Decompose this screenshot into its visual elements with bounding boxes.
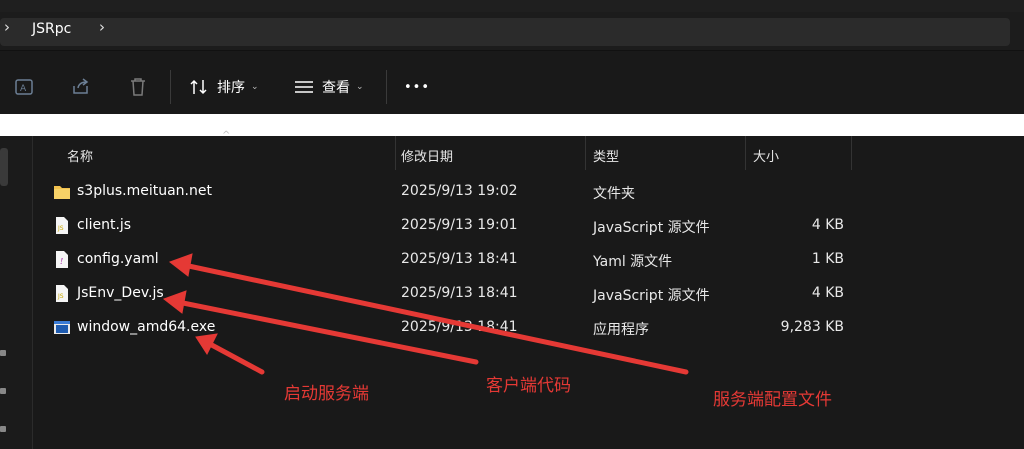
details-bar	[0, 114, 1024, 136]
sort-label: 排序	[217, 80, 245, 96]
file-size: 4 KB	[811, 217, 844, 233]
column-divider[interactable]	[395, 136, 396, 170]
file-modified: 2025/9/13 18:41	[401, 319, 518, 335]
column-header: ^ 名称 修改日期 类型 大小	[32, 130, 1024, 172]
file-name: config.yaml	[77, 251, 159, 267]
list-item[interactable]: s3plus.meituan.net 2025/9/13 19:02 文件夹	[48, 175, 858, 208]
file-size: 1 KB	[811, 251, 844, 267]
share-button[interactable]	[70, 74, 92, 100]
column-size[interactable]: 大小	[753, 146, 779, 165]
file-type: Yaml 源文件	[593, 254, 673, 270]
chevron-down-icon: ⌄	[251, 82, 259, 92]
rename-icon: A	[15, 79, 33, 95]
command-bar: A 排序 ⌄ 查看 ⌄ •••	[0, 58, 1024, 114]
breadcrumb-current[interactable]: JSRpc	[32, 21, 71, 37]
sort-caret-icon: ^	[222, 130, 231, 141]
file-name: client.js	[77, 217, 132, 233]
column-type[interactable]: 类型	[593, 146, 619, 165]
js-file-icon: JS	[56, 217, 68, 234]
view-label: 查看	[322, 80, 350, 96]
address-bar[interactable]: › JSRpc ›	[0, 12, 1024, 51]
yaml-file-icon: !	[56, 251, 68, 268]
toolbar-divider	[170, 70, 171, 104]
more-options-button[interactable]: •••	[404, 74, 430, 100]
file-type: JavaScript 源文件	[593, 220, 710, 236]
column-divider[interactable]	[745, 136, 746, 170]
nav-expand-icon[interactable]	[0, 350, 6, 356]
rename-button[interactable]: A	[14, 74, 36, 100]
column-divider[interactable]	[585, 136, 586, 170]
js-file-icon: JS	[56, 285, 68, 302]
view-button[interactable]: 查看 ⌄	[293, 74, 364, 100]
file-size: 9,283 KB	[780, 319, 844, 335]
column-modified[interactable]: 修改日期	[401, 146, 453, 165]
file-type: JavaScript 源文件	[593, 288, 710, 304]
sort-button[interactable]: 排序 ⌄	[188, 74, 259, 100]
nav-expand-icon[interactable]	[0, 388, 6, 394]
svg-text:A: A	[20, 84, 27, 94]
file-modified: 2025/9/13 19:01	[401, 217, 518, 233]
file-modified: 2025/9/13 18:41	[401, 251, 518, 267]
navigation-pane[interactable]	[0, 136, 33, 449]
chevron-down-icon: ⌄	[356, 82, 364, 92]
column-name[interactable]: 名称	[67, 146, 93, 165]
list-item[interactable]: JS client.js 2025/9/13 19:01 JavaScript …	[48, 209, 858, 242]
list-item[interactable]: ! config.yaml 2025/9/13 18:41 Yaml 源文件 1…	[48, 243, 858, 276]
share-icon	[73, 78, 89, 94]
svg-text:JS: JS	[57, 225, 64, 232]
file-name: JsEnv_Dev.js	[77, 285, 164, 301]
file-list-pane: ^ 名称 修改日期 类型 大小 s3plus.meituan.net 2025/…	[0, 130, 1024, 449]
file-type: 应用程序	[593, 322, 649, 338]
svg-text:JS: JS	[57, 293, 64, 300]
nav-expand-icon[interactable]	[0, 426, 6, 432]
title-bar	[0, 0, 1024, 12]
address-box[interactable]	[0, 18, 1010, 46]
view-icon	[295, 81, 313, 93]
toolbar-divider	[386, 70, 387, 104]
annotation-start-server: 启动服务端	[284, 384, 369, 404]
list-item[interactable]: window_amd64.exe 2025/9/13 18:41 应用程序 9,…	[48, 311, 858, 344]
annotation-server-config: 服务端配置文件	[713, 390, 832, 410]
nav-scrollbar[interactable]	[0, 148, 8, 186]
column-divider[interactable]	[851, 136, 852, 170]
chevron-right-icon[interactable]: ›	[99, 18, 105, 36]
file-modified: 2025/9/13 19:02	[401, 183, 518, 199]
exe-file-icon	[54, 321, 70, 334]
chevron-right-icon[interactable]: ›	[4, 18, 10, 36]
list-item[interactable]: JS JsEnv_Dev.js 2025/9/13 18:41 JavaScri…	[48, 277, 858, 310]
file-name: s3plus.meituan.net	[77, 183, 212, 199]
file-type: 文件夹	[593, 186, 635, 202]
sort-icon	[190, 79, 207, 95]
file-name: window_amd64.exe	[77, 319, 216, 335]
file-size: 4 KB	[811, 285, 844, 301]
trash-icon	[131, 78, 145, 96]
svg-text:!: !	[60, 257, 63, 266]
file-modified: 2025/9/13 18:41	[401, 285, 518, 301]
folder-icon	[54, 186, 70, 199]
annotation-client-code: 客户端代码	[486, 376, 571, 396]
delete-button[interactable]	[127, 74, 149, 100]
